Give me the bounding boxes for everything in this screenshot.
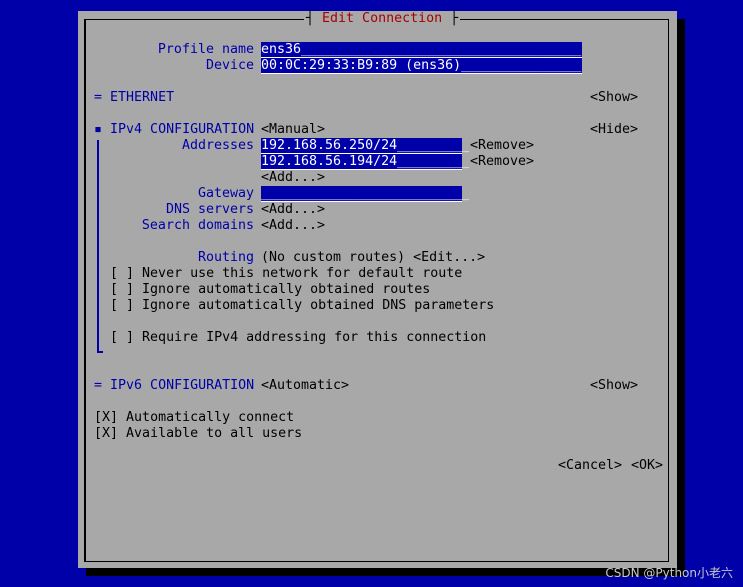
checkbox-label: Ignore automatically obtained DNS parame… [142, 298, 495, 313]
ipv6-section-header[interactable]: = IPv6 CONFIGURATION [94, 378, 254, 394]
checkbox-label: Never use this network for default route [142, 266, 463, 281]
ignore-auto-routes-checkbox[interactable]: [ ] Ignore automatically obtained routes [110, 282, 430, 298]
ok-button[interactable]: <OK> [631, 458, 663, 474]
ipv4-expanded-marker: ▪ [94, 122, 103, 137]
checkbox-box: [ ] [110, 282, 135, 297]
checkbox-label: Automatically connect [126, 410, 295, 425]
search-domains-label: Search domains [141, 218, 254, 233]
add-dns-button[interactable]: <Add...> [261, 202, 325, 218]
cancel-button[interactable]: <Cancel> [558, 458, 622, 474]
ipv6-label: IPv6 CONFIGURATION [110, 378, 255, 393]
address-field-2[interactable]: 192.168.56.194/24_________ [261, 154, 469, 170]
checkbox-box: [X] [94, 410, 119, 425]
add-address-button[interactable]: <Add...> [261, 170, 325, 186]
addresses-label: Addresses [181, 138, 254, 153]
ipv6-collapsed-marker: = [94, 378, 103, 393]
gateway-label: Gateway [197, 186, 254, 201]
routing-label: Routing [197, 250, 254, 265]
ipv6-mode-dropdown[interactable]: <Automatic> [261, 378, 349, 394]
title-bracket-left: ┤ [306, 11, 315, 26]
require-ipv4-checkbox[interactable]: [ ] Require IPv4 addressing for this con… [110, 330, 486, 346]
ipv4-label: IPv4 CONFIGURATION [110, 122, 255, 137]
auto-connect-checkbox[interactable]: [X] Automatically connect [94, 410, 294, 426]
dialog-title-bar: ┤ Edit Connection ├ [304, 11, 461, 27]
never-default-route-checkbox[interactable]: [ ] Never use this network for default r… [110, 266, 462, 282]
gateway-field[interactable]: __________________________ [261, 186, 469, 202]
routing-summary: (No custom routes) [261, 250, 406, 265]
checkbox-box: [X] [94, 426, 119, 441]
add-search-domain-button[interactable]: <Add...> [261, 218, 325, 234]
edit-connection-dialog: ┤ Edit Connection ├ Profile name ens36__… [78, 11, 677, 568]
routing-value: (No custom routes) <Edit...> [261, 250, 485, 266]
checkbox-label: Available to all users [126, 426, 303, 441]
device-label: Device [205, 58, 254, 73]
ethernet-label: ETHERNET [110, 90, 175, 105]
ipv4-hide-button[interactable]: <Hide> [590, 122, 638, 138]
ethernet-section-header[interactable]: = ETHERNET [94, 90, 174, 106]
profile-name-label: Profile name [157, 42, 254, 57]
ipv4-mode-dropdown[interactable]: <Manual> [261, 122, 325, 138]
all-users-checkbox[interactable]: [X] Available to all users [94, 426, 302, 442]
ipv6-show-button[interactable]: <Show> [590, 378, 638, 394]
watermark: CSDN @Python小老六 [605, 566, 733, 580]
checkbox-box: [ ] [110, 266, 135, 281]
checkbox-label: Require IPv4 addressing for this connect… [142, 330, 487, 345]
ipv4-section-bracket [97, 140, 99, 352]
ignore-auto-dns-checkbox[interactable]: [ ] Ignore automatically obtained DNS pa… [110, 298, 494, 314]
dns-servers-label: DNS servers [165, 202, 254, 217]
routing-edit-button[interactable]: <Edit...> [413, 250, 485, 265]
remove-address-2-button[interactable]: <Remove> [470, 154, 534, 170]
ipv4-section-header[interactable]: ▪ IPv4 CONFIGURATION [94, 122, 254, 138]
device-field[interactable]: 00:0C:29:33:B9:89 (ens36)_______________ [261, 58, 582, 74]
ethernet-show-button[interactable]: <Show> [590, 90, 638, 106]
address-field-1[interactable]: 192.168.56.250/24_________ [261, 138, 469, 154]
checkbox-label: Ignore automatically obtained routes [142, 282, 431, 297]
checkbox-box: [ ] [110, 330, 135, 345]
title-bracket-right: ├ [450, 11, 459, 26]
profile-name-field[interactable]: ens36___________________________________ [261, 42, 582, 58]
ipv4-section-bracket-end [97, 351, 103, 353]
dialog-title: Edit Connection [322, 11, 443, 26]
checkbox-box: [ ] [110, 298, 135, 313]
ethernet-collapsed-marker: = [94, 90, 103, 105]
remove-address-1-button[interactable]: <Remove> [470, 138, 534, 154]
